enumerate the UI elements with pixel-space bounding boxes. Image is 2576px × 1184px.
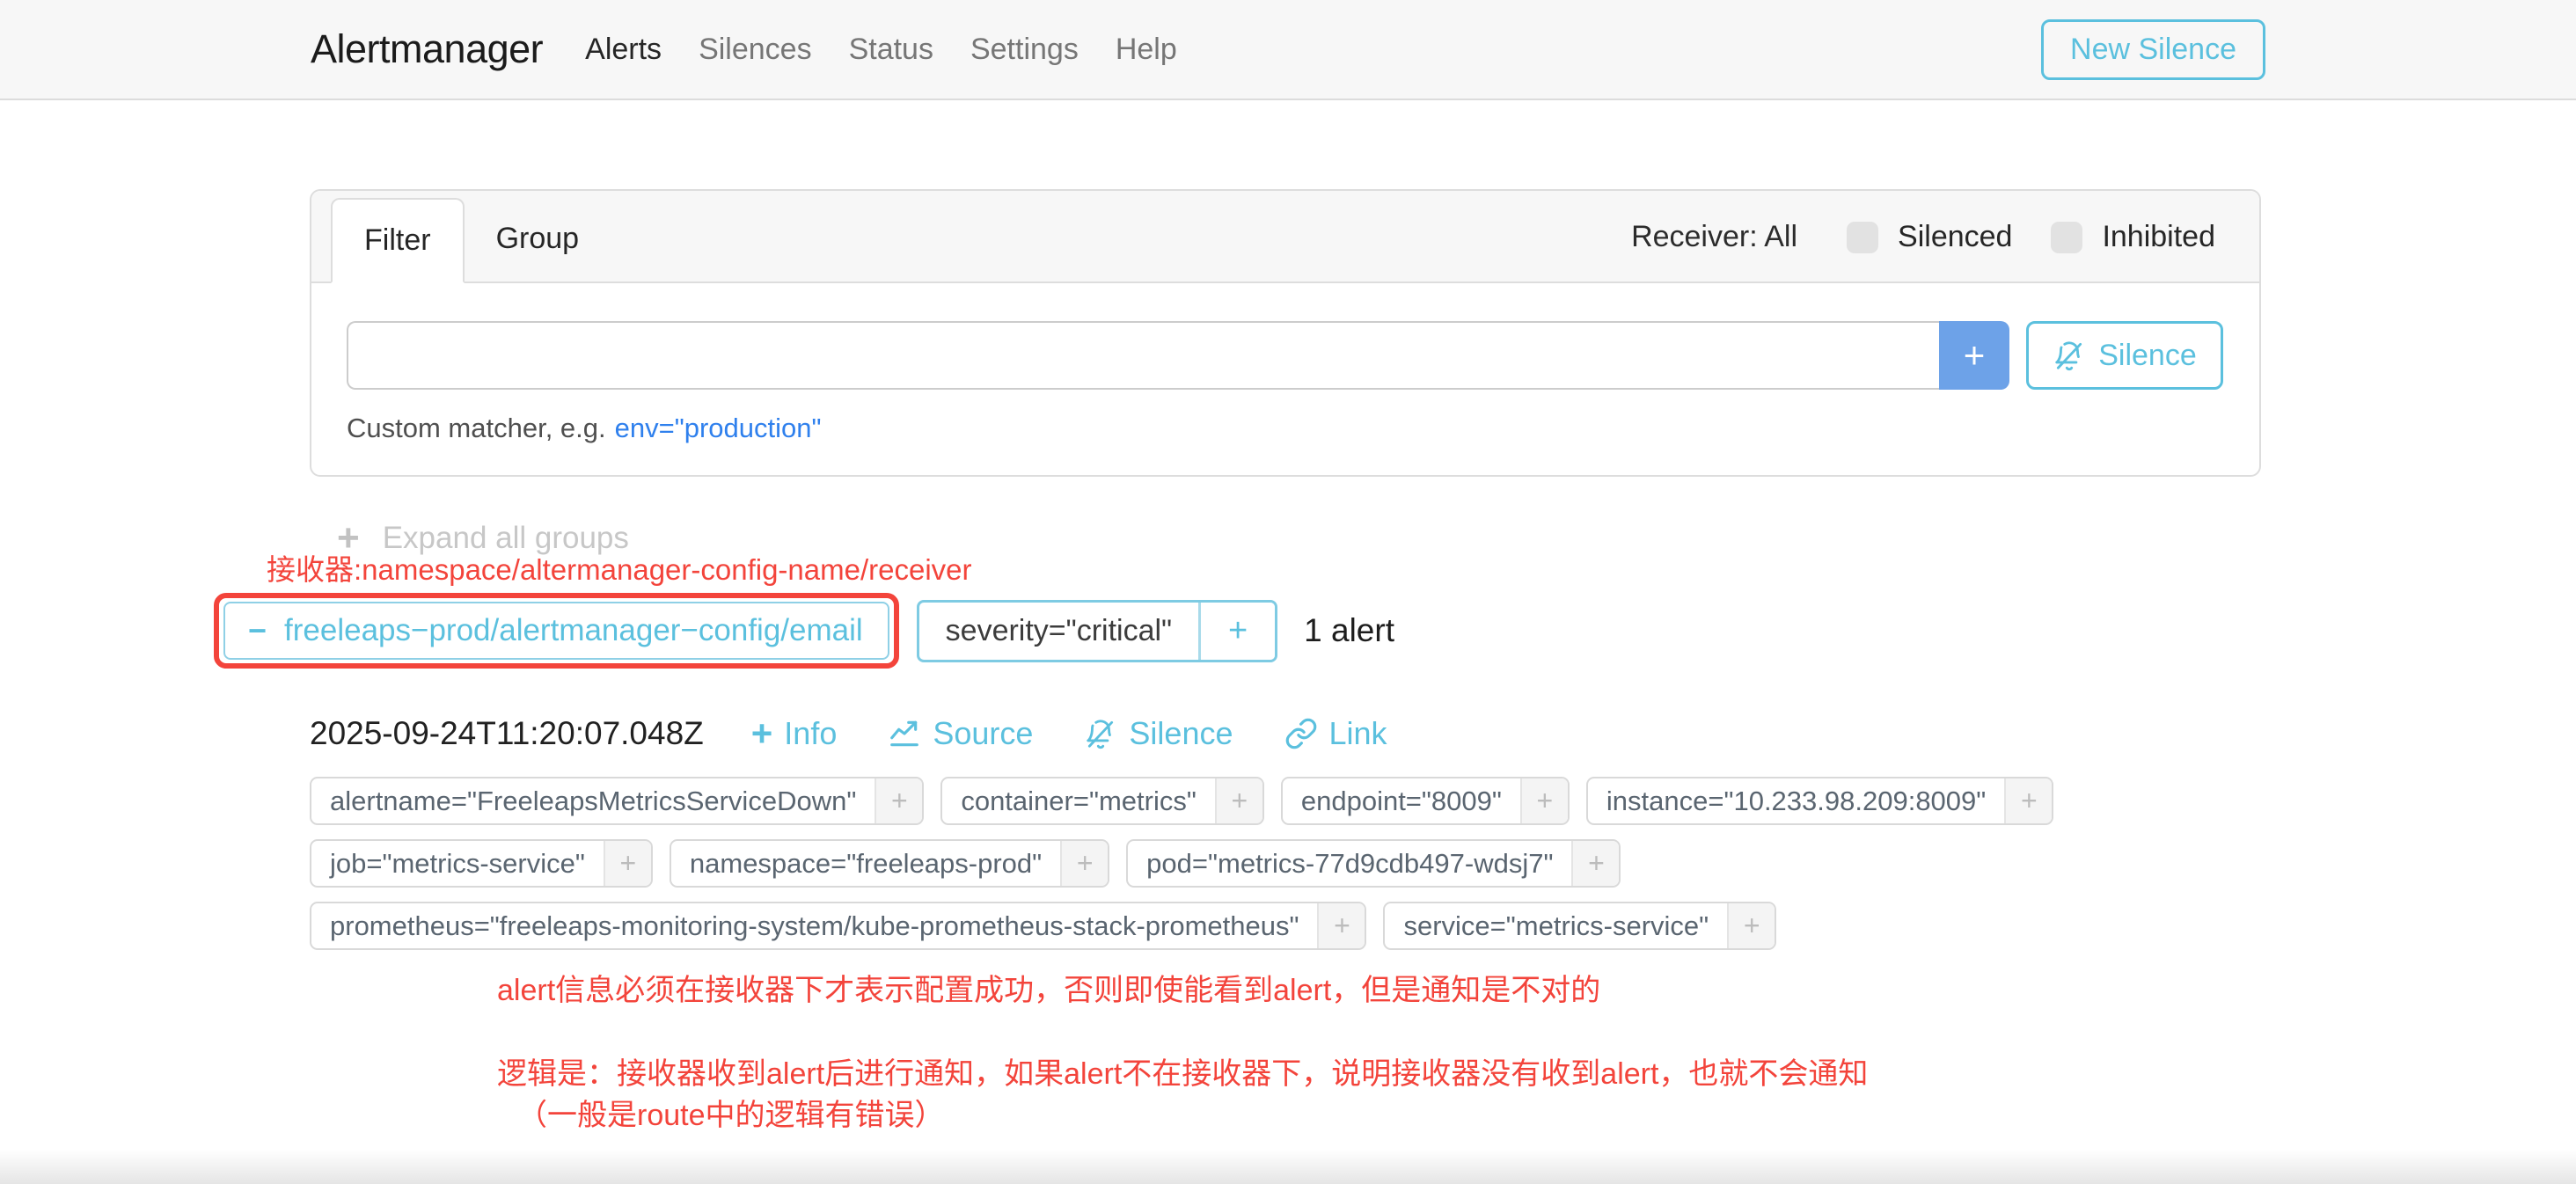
alert-labels: alertname="FreeleapsMetricsServiceDown" …: [310, 777, 2272, 950]
alert-label-chip: endpoint="8009" +: [1281, 777, 1570, 825]
annotation-logic-note-line1: 逻辑是：接收器收到alert后进行通知，如果alert不在接收器下，说明接收器没…: [497, 1049, 1868, 1093]
annotation-highlight-box: − freeleaps−prod/alertmanager−config/ema…: [214, 593, 899, 669]
bell-slash-icon: [2053, 339, 2086, 372]
link-icon: [1284, 717, 1318, 750]
alert-action-button[interactable]: + Info: [751, 715, 838, 752]
add-label-filter-button[interactable]: +: [1571, 841, 1619, 886]
tab-group[interactable]: Group: [465, 196, 611, 281]
alert-label-text: service="metrics-service": [1385, 903, 1727, 948]
main-nav: Alerts Silences Status Settings Help: [585, 33, 1214, 67]
alert-label-text: pod="metrics-77d9cdb497-wdsj7": [1128, 841, 1571, 886]
receiver-filter[interactable]: Receiver: All: [1631, 220, 1797, 254]
add-label-filter-button[interactable]: +: [1215, 778, 1262, 823]
bell-slash-icon: [1084, 717, 1117, 750]
add-group-matcher-button[interactable]: +: [1201, 603, 1275, 660]
nav-item[interactable]: Status: [849, 33, 933, 67]
alert-label-text: container="metrics": [942, 778, 1215, 823]
group-receiver-label: freeleaps−prod/alertmanager−config/email: [284, 613, 863, 648]
add-matcher-button[interactable]: +: [1939, 321, 2009, 390]
checkbox[interactable]: [1847, 222, 1878, 253]
alert-label-text: endpoint="8009": [1283, 778, 1520, 823]
alert-label-chip: namespace="freeleaps-prod" +: [670, 839, 1109, 888]
matcher-input[interactable]: [347, 321, 1939, 390]
alert-label-chip: container="metrics" +: [940, 777, 1264, 825]
add-label-filter-button[interactable]: +: [1060, 841, 1108, 886]
app-brand[interactable]: Alertmanager: [311, 26, 543, 72]
alert-action-label: Source: [933, 715, 1033, 752]
alert-actions: + Info Source Silence Link: [751, 715, 1438, 752]
add-label-filter-button[interactable]: +: [604, 841, 651, 886]
alert-action-button[interactable]: Link: [1284, 715, 1387, 752]
filter-card-body: + Silence Custom matcher, e.g. env="produ…: [311, 283, 2259, 444]
alert-label-chip: job="metrics-service" +: [310, 839, 653, 888]
alert-action-label: Link: [1329, 715, 1387, 752]
silence-button[interactable]: Silence: [2026, 321, 2223, 390]
checkbox[interactable]: [2051, 222, 2082, 253]
alert-group-row: − freeleaps−prod/alertmanager−config/ema…: [214, 593, 1394, 669]
alert-timestamp: 2025-09-24T11:20:07.048Z: [310, 715, 704, 752]
top-navbar: Alertmanager Alerts Silences Status Setting…: [0, 0, 2576, 100]
nav-item[interactable]: Alerts: [585, 33, 662, 67]
bottom-edge-shadow: [0, 1149, 2576, 1184]
checkbox-group: Silenced: [1847, 220, 2012, 254]
alert-label-chip: instance="10.233.98.209:8009" +: [1586, 777, 2053, 825]
add-label-filter-button[interactable]: +: [875, 778, 922, 823]
alert-label-chip: alertname="FreeleapsMetricsServiceDown" …: [310, 777, 924, 825]
matcher-example-link[interactable]: env="production": [615, 413, 822, 443]
annotation-alert-note: alert信息必须在接收器下才表示配置成功，否则即使能看到alert，但是通知是…: [497, 966, 1600, 1009]
plus-icon: +: [751, 715, 773, 752]
alert-action-label: Silence: [1129, 715, 1233, 752]
alert-header-row: 2025-09-24T11:20:07.048Z + Info Source S…: [310, 709, 1438, 758]
group-matcher-label: severity="critical": [919, 603, 1201, 660]
hint-prefix: Custom matcher, e.g.: [347, 413, 606, 443]
alert-action-label: Info: [784, 715, 837, 752]
alert-label-text: prometheus="freeleaps-monitoring-system/…: [311, 903, 1317, 948]
group-matcher-chip: severity="critical" +: [917, 600, 1277, 662]
alert-label-text: instance="10.233.98.209:8009": [1588, 778, 2004, 823]
checkbox-group: Inhibited: [2051, 220, 2215, 254]
annotation-logic-note-line2: （一般是route中的逻辑有错误）: [517, 1091, 945, 1134]
alert-label-chip: prometheus="freeleaps-monitoring-system/…: [310, 902, 1366, 950]
alert-action-button[interactable]: Source: [888, 715, 1033, 752]
matcher-hint: Custom matcher, e.g. env="production": [347, 413, 2223, 444]
nav-item[interactable]: Silences: [699, 33, 812, 67]
add-label-filter-button[interactable]: +: [1317, 903, 1365, 948]
annotation-receiver-note: 接收器:namespace/altermanager-config-name/r…: [267, 546, 972, 588]
minus-icon: −: [248, 615, 267, 647]
filter-card-header: Filter Group Receiver: All Silenced Inhi…: [311, 191, 2259, 283]
alert-action-button[interactable]: Silence: [1084, 715, 1233, 752]
alert-label-text: job="metrics-service": [311, 841, 604, 886]
nav-item[interactable]: Settings: [970, 33, 1079, 67]
checkbox-label: Inhibited: [2102, 220, 2215, 254]
add-label-filter-button[interactable]: +: [1520, 778, 1568, 823]
silence-button-label: Silence: [2098, 339, 2197, 373]
add-label-filter-button[interactable]: +: [2004, 778, 2052, 823]
group-receiver-button[interactable]: − freeleaps−prod/alertmanager−config/ema…: [223, 602, 889, 660]
checkbox-label: Silenced: [1898, 220, 2012, 254]
alert-label-text: alertname="FreeleapsMetricsServiceDown": [311, 778, 875, 823]
nav-item[interactable]: Help: [1116, 33, 1177, 67]
state-checkboxes: Silenced Inhibited: [1847, 220, 2215, 254]
alert-label-text: namespace="freeleaps-prod": [671, 841, 1060, 886]
alert-label-chip: service="metrics-service" +: [1383, 902, 1776, 950]
tab-filter[interactable]: Filter: [331, 198, 465, 283]
chart-icon: [888, 717, 921, 750]
alert-label-chip: pod="metrics-77d9cdb497-wdsj7" +: [1126, 839, 1621, 888]
add-label-filter-button[interactable]: +: [1727, 903, 1775, 948]
filter-card: Filter Group Receiver: All Silenced Inhi…: [310, 189, 2261, 477]
alert-count: 1 alert: [1304, 612, 1394, 649]
new-silence-button[interactable]: New Silence: [2041, 19, 2265, 80]
